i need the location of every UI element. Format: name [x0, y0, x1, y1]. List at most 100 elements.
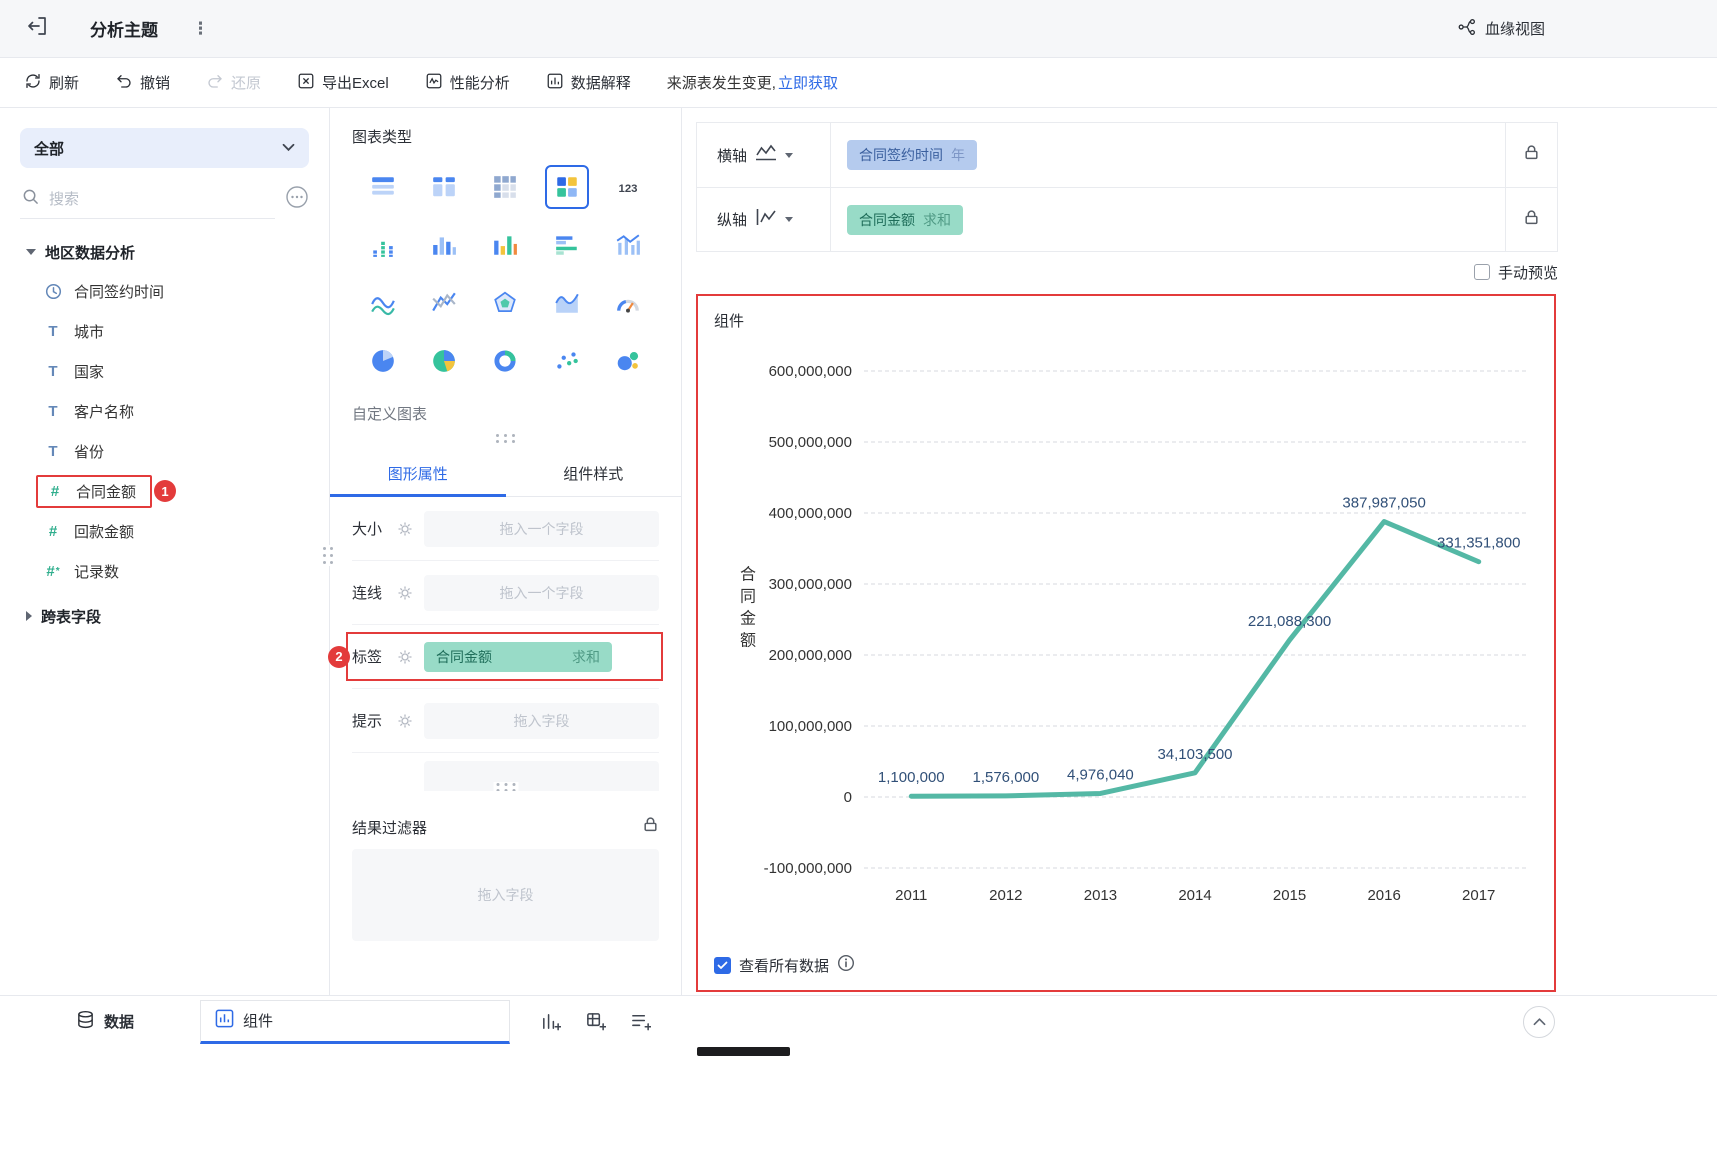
- chart-type-bubble-icon[interactable]: [606, 339, 650, 383]
- panel-resize-handle[interactable]: [322, 545, 334, 566]
- field-payment-amount[interactable]: # 回款金额: [20, 511, 309, 551]
- drop-placeholder: 拖入字段: [513, 712, 570, 729]
- svg-text:2017: 2017: [1462, 887, 1495, 904]
- chart-type-bar-icon[interactable]: [545, 223, 589, 267]
- line-chart-svg: 600,000,000 500,000,000 400,000,000 300,000…: [740, 363, 1526, 904]
- field-province[interactable]: T 省份: [20, 431, 309, 471]
- y-axis-lock-button[interactable]: [1505, 188, 1557, 251]
- chart-type-donut-icon[interactable]: [483, 339, 527, 383]
- field-tree: 地区数据分析 合同签约时间 T 城市 T 国家 T 客户名称 T 省份 # 合同…: [20, 233, 309, 635]
- chart-type-column-icon[interactable]: [422, 223, 466, 267]
- svg-text:300,000,000: 300,000,000: [769, 576, 852, 593]
- x-axis-lock-button[interactable]: [1505, 123, 1557, 187]
- redo-button[interactable]: 还原: [206, 72, 261, 94]
- prop-row-tooltip: 提示 拖入字段: [352, 689, 659, 753]
- chart-type-combo-icon[interactable]: [606, 223, 650, 267]
- data-view-tab[interactable]: 数据: [76, 1010, 134, 1033]
- line-drop-zone[interactable]: 拖入一个字段: [424, 574, 659, 611]
- undo-button[interactable]: 撤销: [115, 72, 170, 94]
- gear-icon[interactable]: [398, 650, 412, 664]
- view-all-data-checkbox[interactable]: [714, 956, 731, 974]
- field-customer-name[interactable]: T 客户名称: [20, 391, 309, 431]
- new-chart-component-icon[interactable]: [540, 1011, 562, 1032]
- label-field-pill[interactable]: 合同金额 求和: [424, 641, 612, 672]
- field-contract-amount[interactable]: # 合同金额 1: [20, 471, 309, 511]
- svg-text:400,000,000: 400,000,000: [769, 505, 852, 522]
- component-view-tab[interactable]: 组件: [200, 999, 511, 1044]
- y-axis-label-cell[interactable]: 纵轴: [697, 188, 831, 251]
- collapse-panel-button[interactable]: [1523, 1005, 1555, 1038]
- tab-graphic-properties[interactable]: 图形属性: [330, 451, 506, 497]
- chart-type-flow-icon[interactable]: [361, 281, 405, 325]
- chart-type-dot-column-icon[interactable]: [361, 223, 405, 267]
- section-resize-handle[interactable]: [493, 782, 518, 791]
- tooltip-drop-zone[interactable]: 拖入字段: [424, 702, 659, 739]
- prop-row-size: 大小 拖入一个字段: [352, 497, 659, 561]
- tab-component-style[interactable]: 组件样式: [506, 451, 682, 496]
- chart-type-multi-pie-icon[interactable]: [422, 339, 466, 383]
- chart-type-group-table-icon[interactable]: [361, 165, 405, 209]
- cropped-drop-zone[interactable]: [424, 761, 659, 791]
- field-label: 客户名称: [74, 403, 135, 421]
- field-contract-sign-time[interactable]: 合同签约时间: [20, 271, 309, 311]
- chart-type-area-icon[interactable]: [545, 281, 589, 325]
- y-axis-field-cell: 合同金额 求和: [831, 204, 1505, 235]
- chart-type-grouped-table-icon[interactable]: [422, 165, 466, 209]
- search-input[interactable]: [47, 189, 273, 209]
- x-axis-label-cell[interactable]: 横轴: [697, 123, 831, 187]
- chart-type-cross-table-icon[interactable]: [483, 165, 527, 209]
- size-drop-zone[interactable]: 拖入一个字段: [424, 510, 659, 547]
- pill-field-name: 合同签约时间: [859, 147, 943, 163]
- refresh-button[interactable]: 刷新: [24, 72, 79, 94]
- chart-type-line-icon[interactable]: [422, 281, 466, 325]
- database-icon: [76, 1010, 95, 1033]
- tree-group-region-analysis[interactable]: 地区数据分析: [20, 233, 309, 271]
- field-city[interactable]: T 城市: [20, 311, 309, 351]
- chart-type-gauge-icon[interactable]: [606, 281, 650, 325]
- component-chart-area[interactable]: 组件 600,000,000 500,000,000 400,000,000 300,…: [696, 294, 1556, 992]
- text-field-icon: T: [48, 402, 58, 420]
- export-excel-button[interactable]: 导出Excel: [297, 72, 389, 94]
- gear-icon[interactable]: [398, 714, 412, 728]
- section-resize-handle[interactable]: [496, 434, 515, 443]
- manual-preview-row: 手动预览: [696, 252, 1558, 292]
- gear-icon[interactable]: [398, 522, 412, 536]
- new-table-component-icon[interactable]: [585, 1011, 607, 1032]
- chart-type-scatter-icon[interactable]: [545, 339, 589, 383]
- gear-icon[interactable]: [398, 586, 412, 600]
- expand-triangle-icon: [26, 611, 32, 621]
- manual-preview-checkbox[interactable]: [1473, 264, 1490, 280]
- x-axis-field-pill[interactable]: 合同签约时间 年: [847, 140, 977, 170]
- field-country[interactable]: T 国家: [20, 351, 309, 391]
- chart-type-radar-icon[interactable]: [483, 281, 527, 325]
- exit-button[interactable]: [0, 15, 74, 42]
- custom-chart-title: 自定义图表: [352, 406, 428, 423]
- title-more-icon[interactable]: ⋮: [192, 19, 209, 39]
- more-options-icon[interactable]: [285, 185, 309, 214]
- field-record-count[interactable]: # * 记录数: [20, 551, 309, 591]
- chart-type-kpi-card-icon[interactable]: [544, 165, 589, 209]
- svg-text:500,000,000: 500,000,000: [769, 434, 852, 451]
- performance-analysis-button[interactable]: 性能分析: [425, 72, 510, 94]
- lineage-label: 血缘视图: [1484, 21, 1545, 38]
- get-now-link[interactable]: 立即获取: [778, 72, 838, 93]
- tree-group-cross-table[interactable]: 跨表字段: [20, 597, 309, 635]
- top-header: 分析主题 ⋮ 血缘视图: [0, 0, 1717, 58]
- performance-label: 性能分析: [449, 75, 510, 92]
- chart-footer: 查看所有数据: [714, 950, 1542, 982]
- record-count-field-icon: # *: [46, 562, 60, 580]
- new-filter-component-icon[interactable]: [630, 1011, 652, 1032]
- table-selector-dropdown[interactable]: 全部: [20, 128, 309, 168]
- chart-type-pie-icon[interactable]: [361, 339, 405, 383]
- result-filter-drop-zone[interactable]: 拖入字段: [352, 849, 659, 941]
- lineage-view-button[interactable]: 血缘视图: [1457, 17, 1545, 41]
- info-icon[interactable]: [837, 954, 855, 976]
- bi-analysis-app: 分析主题 ⋮ 血缘视图 刷新 撤销 还原 导出Excel 性能分析 数据解释 来…: [0, 0, 1717, 1152]
- svg-text:2015: 2015: [1273, 887, 1306, 904]
- data-explain-button[interactable]: 数据解释: [546, 72, 631, 94]
- redo-label: 还原: [231, 75, 262, 92]
- lock-icon[interactable]: [642, 816, 659, 838]
- chart-type-text-card-icon[interactable]: 123: [606, 165, 650, 209]
- y-axis-field-pill[interactable]: 合同金额 求和: [847, 204, 963, 235]
- chart-type-multi-column-icon[interactable]: [483, 223, 527, 267]
